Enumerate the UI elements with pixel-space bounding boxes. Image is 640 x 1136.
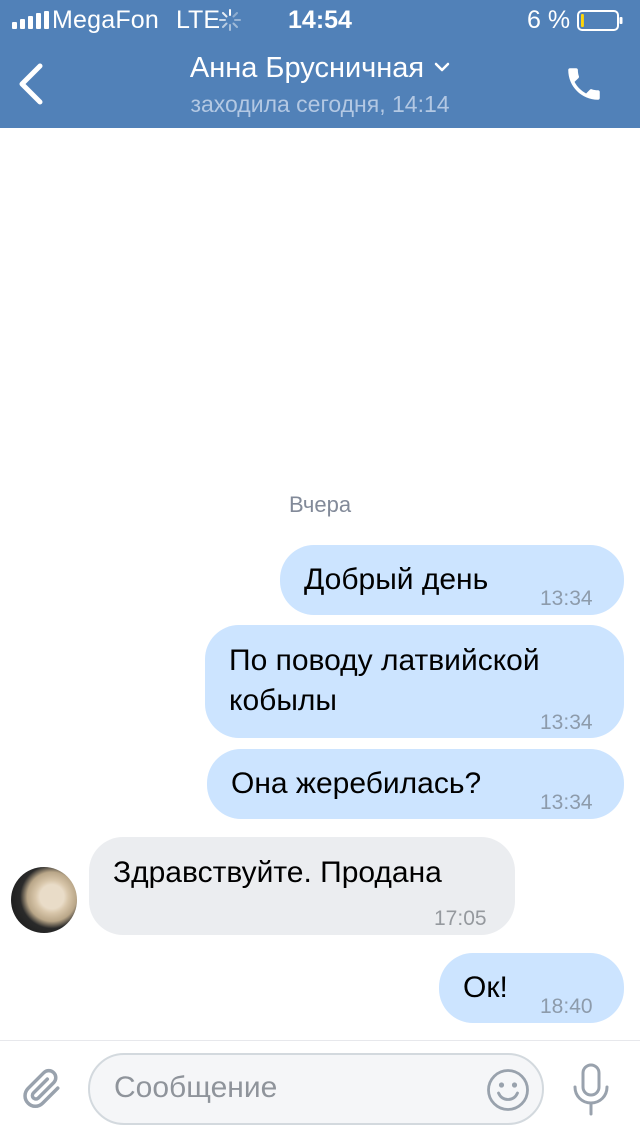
battery-percent: 6 % bbox=[527, 6, 571, 34]
message-outgoing[interactable]: Ок! 18:40 bbox=[439, 953, 624, 1023]
chat-header: MegaFon LTE 14:54 6 % Анна Брусничная за… bbox=[0, 0, 640, 128]
last-seen: заходила сегодня, 14:14 bbox=[190, 91, 450, 117]
battery-icon bbox=[577, 10, 623, 31]
message-composer: Сообщение bbox=[0, 1040, 640, 1136]
message-time: 17:05 bbox=[434, 907, 487, 930]
attach-icon[interactable] bbox=[22, 1065, 66, 1113]
message-time: 18:40 bbox=[540, 995, 593, 1018]
message-placeholder: Сообщение bbox=[114, 1071, 278, 1104]
avatar[interactable] bbox=[11, 867, 77, 933]
message-outgoing[interactable]: По поводу латвийской кобылы 13:34 bbox=[205, 625, 624, 738]
back-icon[interactable] bbox=[14, 60, 48, 108]
contact-name: Анна Брусничная bbox=[189, 52, 425, 84]
microphone-icon[interactable] bbox=[570, 1063, 612, 1117]
message-text: Ок! bbox=[463, 971, 508, 1004]
message-time: 13:34 bbox=[540, 791, 593, 814]
message-time: 13:34 bbox=[540, 711, 593, 734]
chat-title[interactable]: Анна Брусничная bbox=[120, 52, 520, 85]
message-outgoing[interactable]: Добрый день 13:34 bbox=[280, 545, 624, 615]
chat-screen: MegaFon LTE 14:54 6 % Анна Брусничная за… bbox=[0, 0, 640, 1136]
message-text: Добрый день bbox=[304, 563, 489, 596]
emoji-icon[interactable] bbox=[486, 1068, 530, 1112]
message-outgoing[interactable]: Она жеребилась? 13:34 bbox=[207, 749, 624, 819]
phone-icon[interactable] bbox=[563, 63, 605, 105]
message-input[interactable]: Сообщение bbox=[88, 1053, 544, 1125]
status-bar: MegaFon LTE 14:54 6 % bbox=[0, 0, 640, 40]
message-incoming[interactable]: Здравствуйте. Продана 17:05 bbox=[89, 837, 515, 935]
message-text: Здравствуйте. Продана bbox=[113, 856, 442, 889]
chevron-down-icon bbox=[434, 62, 450, 72]
date-separator: Вчера bbox=[288, 492, 352, 517]
message-time: 13:34 bbox=[540, 587, 593, 610]
message-text: Она жеребилась? bbox=[231, 767, 482, 800]
